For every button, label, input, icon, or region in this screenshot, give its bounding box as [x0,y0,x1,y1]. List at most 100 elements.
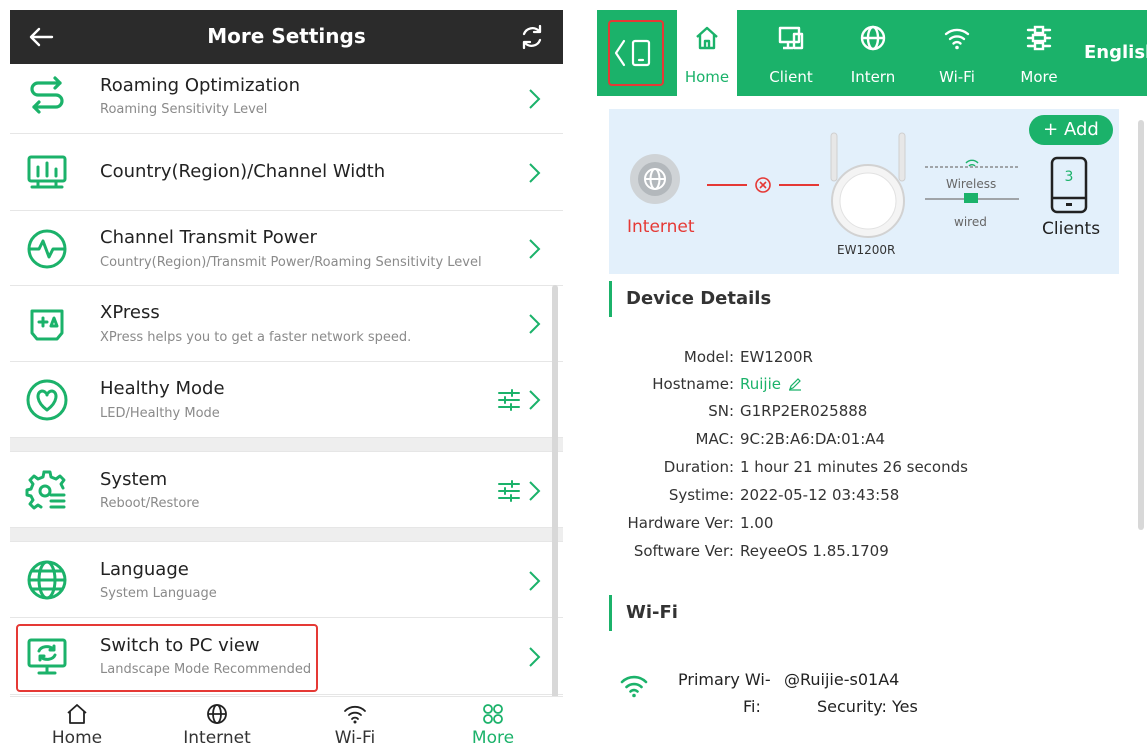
page-title: More Settings [207,24,366,48]
chevron-right-icon [529,571,541,591]
detail-value: 1 hour 21 minutes 26 seconds [740,458,968,476]
roaming-icon [24,74,70,120]
pc-view-screen: Home Client Intern Wi-Fi More Englis Int… [597,10,1147,749]
nav-tab-internet[interactable]: Intern [841,10,905,96]
clients-count: 3 [1064,169,1074,185]
setting-label: Country(Region)/Channel Width [100,161,386,182]
setting-label: Healthy Mode [100,378,225,399]
tab-internet[interactable]: Internet [162,697,272,749]
tab-more[interactable]: More [438,697,548,749]
setting-sublabel: LED/Healthy Mode [100,406,220,421]
internet-label: Internet [627,217,695,237]
chevron-right-icon [529,390,541,410]
detail-key: Software Ver: [633,542,734,560]
more-menu-icon [1026,25,1052,51]
home-icon [67,704,87,724]
detail-value: 1.00 [740,514,774,532]
setting-healthy-mode[interactable]: Healthy Mode LED/Healthy Mode [10,362,563,438]
nav-tab-wifi[interactable]: Wi-Fi [925,10,989,96]
tab-wifi[interactable]: Wi-Fi [300,697,410,749]
detail-value: EW1200R [740,348,813,366]
more-settings-screen: More Settings Roaming Optimization Roami… [10,10,563,749]
scrollbar[interactable] [552,285,558,705]
add-button[interactable]: + Add [1029,115,1113,145]
gamepad-icon [24,301,70,347]
nav-tab-label: Intern [850,68,896,86]
chevron-right-icon [529,163,541,183]
highlight-box [608,20,664,86]
setting-label: Language [100,559,189,580]
wifi-ssid: @Ruijie-s01A4 [784,670,900,689]
heart-icon [24,377,70,423]
detail-key: SN: [708,402,734,420]
tab-home[interactable]: Home [22,697,132,749]
detail-key: Systime: [668,486,734,504]
nav-tab-home[interactable]: Home [677,10,737,96]
wired-label: wired [954,215,987,229]
chevron-right-icon [529,314,541,334]
setting-channel-width[interactable]: Country(Region)/Channel Width [10,134,563,211]
nav-tab-more[interactable]: More [1009,10,1069,96]
refresh-icon[interactable] [517,22,547,52]
detail-value: ReyeeOS 1.85.1709 [740,542,889,560]
more-settings-header: More Settings [10,10,563,64]
setting-label: Roaming Optimization [100,75,300,96]
edit-pencil-icon[interactable] [788,377,802,391]
top-nav-bar: Home Client Intern Wi-Fi More Englis [597,10,1147,96]
detail-key: Hostname: [652,375,734,393]
detail-key: MAC: [695,430,734,448]
settings-list: Roaming Optimization Roaming Sensitivity… [10,64,563,695]
detail-key: Duration: [663,458,734,476]
wifi-icon [620,675,648,698]
clients-label[interactable]: Clients [1042,219,1100,239]
setting-roaming-optimization[interactable]: Roaming Optimization Roaming Sensitivity… [10,64,563,134]
setting-language[interactable]: Language System Language [10,542,563,618]
setting-label: XPress [100,302,160,323]
wifi-icon [944,28,970,50]
primary-wifi-label-cont: Fi: [743,697,761,716]
setting-label: Channel Transmit Power [100,227,317,248]
nav-tab-label: Wi-Fi [939,68,975,86]
wifi-icon [344,705,366,724]
device-model-label: EW1200R [837,243,896,257]
home-icon [696,26,718,50]
tab-label: Wi-Fi [334,728,376,748]
scrollbar[interactable] [1138,120,1144,530]
channel-width-icon [24,149,70,195]
setting-sublabel: XPress helps you to get a faster network… [100,330,412,345]
section-divider [10,438,563,452]
tab-label: Internet [183,728,251,748]
chevron-right-icon [529,239,541,259]
nav-tab-client[interactable]: Client [761,10,821,96]
setting-sublabel: Roaming Sensitivity Level [100,102,268,117]
detail-value: G1RP2ER025888 [740,402,868,420]
highlight-box [16,624,318,692]
nav-tab-label: Client [769,68,813,86]
bottom-tab-bar: Home Internet Wi-Fi More [10,696,563,749]
pulse-icon [24,226,70,272]
detail-value: 2022-05-12 03:43:58 [740,486,900,504]
client-devices-icon [778,26,804,50]
screenshot-stage: More Settings Roaming Optimization Roami… [0,0,1147,749]
system-gear-icon [24,467,70,513]
wifi-security: Security: Yes [817,697,918,716]
primary-wifi-label: Primary Wi- [678,670,771,689]
sliders-icon[interactable] [497,389,521,411]
detail-value: 9C:2B:A6:DA:01:A4 [740,430,886,448]
nav-tab-label: Home [684,68,730,86]
tab-label: Home [51,728,103,748]
setting-sublabel: Reboot/Restore [100,496,200,511]
language-selector[interactable]: English [1084,42,1147,63]
setting-xpress[interactable]: XPress XPress helps you to get a faster … [10,286,563,362]
globe-icon [24,557,70,603]
setting-transmit-power[interactable]: Channel Transmit Power Country(Region)/T… [10,211,563,286]
clients-phone-icon [1050,156,1088,214]
chevron-right-icon [529,481,541,501]
hostname-value[interactable]: Ruijie [740,375,781,393]
globe-icon [860,25,886,51]
router-device-image [830,132,906,238]
sliders-icon[interactable] [497,480,521,502]
setting-system[interactable]: System Reboot/Restore [10,452,563,528]
more-cloverleaf-icon [483,704,503,724]
setting-sublabel: Country(Region)/Transmit Power/Roaming S… [100,255,482,270]
